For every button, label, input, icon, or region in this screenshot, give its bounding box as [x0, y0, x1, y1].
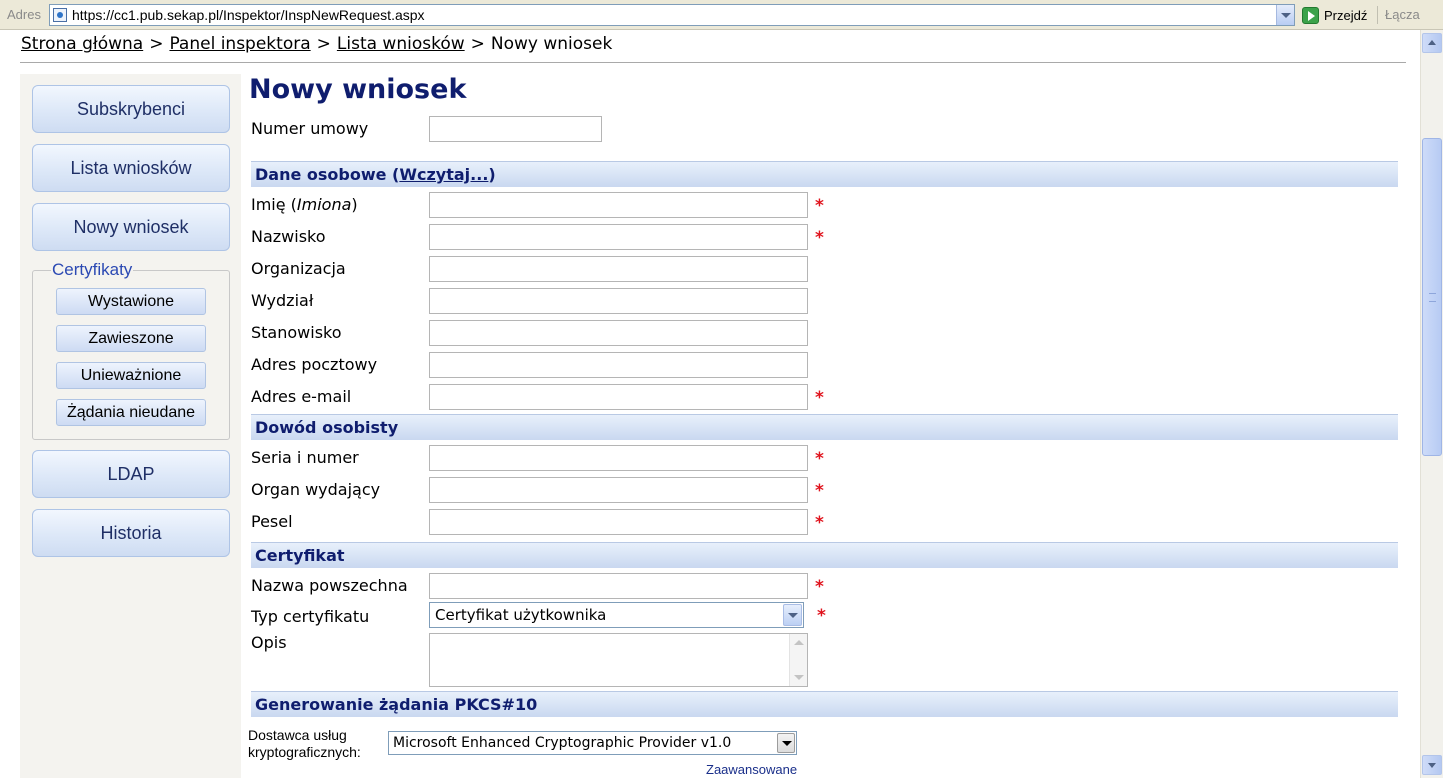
zaawansowane-link[interactable]: Zaawansowane — [706, 762, 797, 777]
organizacja-input[interactable] — [429, 256, 808, 282]
sidebar-button-subskrybenci[interactable]: Subskrybenci — [32, 85, 230, 133]
label-typ-certyfikatu: Typ certyfikatu — [251, 607, 370, 626]
required-mark: * — [817, 606, 826, 626]
breadcrumb-separator: > — [149, 34, 164, 54]
label-dostawca-uslug: Dostawca usług kryptograficznych: — [248, 727, 361, 760]
scroll-thumb[interactable] — [1422, 138, 1442, 456]
wydzial-input[interactable] — [429, 288, 808, 314]
page-title: Nowy wniosek — [249, 74, 467, 105]
sidebar-button-historia[interactable]: Historia — [32, 509, 230, 557]
sidebar: Subskrybenci Lista wniosków Nowy wniosek… — [20, 74, 241, 778]
label-numer-umowy: Numer umowy — [251, 119, 369, 138]
breadcrumb-current: Nowy wniosek — [490, 34, 613, 54]
certificates-group: Certyfikaty Wystawione Zawieszone Uniewa… — [32, 260, 230, 440]
required-mark: * — [815, 388, 824, 408]
required-mark: * — [815, 196, 824, 216]
opis-textarea[interactable] — [429, 633, 808, 687]
scroll-down-icon[interactable] — [1422, 755, 1442, 775]
address-dropdown-button[interactable] — [1276, 5, 1294, 25]
required-mark: * — [815, 577, 824, 597]
nazwa-powszechna-input[interactable] — [429, 573, 808, 599]
seria-i-numer-input[interactable] — [429, 445, 808, 471]
toolbar-divider — [1377, 6, 1378, 24]
section-pkcs10: Generowanie żądania PKCS#10 — [251, 691, 1398, 717]
scroll-up-icon[interactable] — [1422, 33, 1442, 53]
required-mark: * — [815, 481, 824, 501]
required-mark: * — [815, 513, 824, 533]
go-button[interactable]: Przejdź — [1302, 5, 1367, 25]
cert-button-zadania-nieudane[interactable]: Żądania nieudane — [56, 399, 206, 426]
label-organizacja: Organizacja — [251, 259, 346, 278]
dostawca-select[interactable]: Microsoft Enhanced Cryptographic Provide… — [388, 731, 797, 755]
address-url[interactable]: https://cc1.pub.sekap.pl/Inspektor/InspN… — [72, 7, 425, 23]
header-divider — [20, 62, 1406, 63]
links-toolbar-label[interactable]: Łącza — [1385, 7, 1420, 22]
label-wydzial: Wydział — [251, 291, 314, 310]
required-mark: * — [815, 449, 824, 469]
section-certyfikat: Certyfikat — [251, 542, 1398, 568]
certificates-group-title: Certyfikaty — [51, 260, 134, 280]
breadcrumb-link-home[interactable]: Strona główna — [21, 34, 143, 54]
dostawca-selected: Microsoft Enhanced Cryptographic Provide… — [393, 735, 732, 751]
label-nazwa-powszechna: Nazwa powszechna — [251, 576, 408, 595]
pesel-input[interactable] — [429, 509, 808, 535]
label-organ-wydajacy: Organ wydający — [251, 480, 381, 499]
breadcrumb-separator: > — [316, 34, 331, 54]
chevron-down-icon[interactable] — [783, 604, 802, 626]
label-adres-pocztowy: Adres pocztowy — [251, 355, 378, 374]
address-bar: Adres https://cc1.pub.sekap.pl/Inspektor… — [0, 0, 1443, 30]
section-dowod-osobisty: Dowód osobisty — [251, 414, 1398, 440]
breadcrumb-separator: > — [470, 34, 485, 54]
imie-input[interactable] — [429, 192, 808, 218]
chevron-down-icon[interactable] — [777, 733, 795, 753]
section-title-dane-osobowe: Dane osobowe ( — [255, 165, 400, 184]
label-stanowisko: Stanowisko — [251, 323, 342, 342]
page-scrollbar[interactable] — [1420, 30, 1443, 778]
required-mark: * — [815, 228, 824, 248]
go-label: Przejdź — [1324, 7, 1368, 23]
cert-button-wystawione[interactable]: Wystawione — [56, 288, 206, 315]
stanowisko-input[interactable] — [429, 320, 808, 346]
numer-umowy-input[interactable] — [429, 116, 602, 142]
opis-scrollbar[interactable] — [789, 634, 807, 686]
address-input[interactable]: https://cc1.pub.sekap.pl/Inspektor/InspN… — [49, 4, 1295, 26]
label-imie: Imię (Imiona) — [251, 195, 358, 214]
label-pesel: Pesel — [251, 512, 293, 531]
section-dane-osobowe: Dane osobowe (Wczytaj...) — [251, 161, 1398, 187]
cert-button-zawieszone[interactable]: Zawieszone — [56, 325, 206, 352]
adres-email-input[interactable] — [429, 384, 808, 410]
label-seria-i-numer: Seria i numer — [251, 448, 359, 467]
breadcrumb-link-panel[interactable]: Panel inspektora — [169, 34, 310, 54]
wczytaj-link[interactable]: Wczytaj... — [399, 165, 488, 184]
breadcrumb-link-list[interactable]: Lista wniosków — [337, 34, 465, 54]
breadcrumb: Strona główna > Panel inspektora > Lista wni… — [21, 34, 612, 54]
label-adres-email: Adres e-mail — [251, 387, 352, 406]
adres-pocztowy-input[interactable] — [429, 352, 808, 378]
go-arrow-icon — [1302, 6, 1319, 24]
label-opis: Opis — [251, 633, 287, 652]
sidebar-button-ldap[interactable]: LDAP — [32, 450, 230, 498]
address-label: Adres — [7, 7, 41, 22]
page-icon — [53, 8, 67, 22]
label-nazwisko: Nazwisko — [251, 227, 326, 246]
sidebar-button-lista-wnioskow[interactable]: Lista wniosków — [32, 144, 230, 192]
sidebar-button-nowy-wniosek[interactable]: Nowy wniosek — [32, 203, 230, 251]
section-paren-close: ) — [488, 165, 496, 184]
nazwisko-input[interactable] — [429, 224, 808, 250]
typ-certyfikatu-selected: Certyfikat użytkownika — [435, 606, 607, 624]
organ-wydajacy-input[interactable] — [429, 477, 808, 503]
cert-button-uniewaznione[interactable]: Unieważnione — [56, 362, 206, 389]
typ-certyfikatu-select[interactable]: Certyfikat użytkownika — [429, 602, 804, 628]
